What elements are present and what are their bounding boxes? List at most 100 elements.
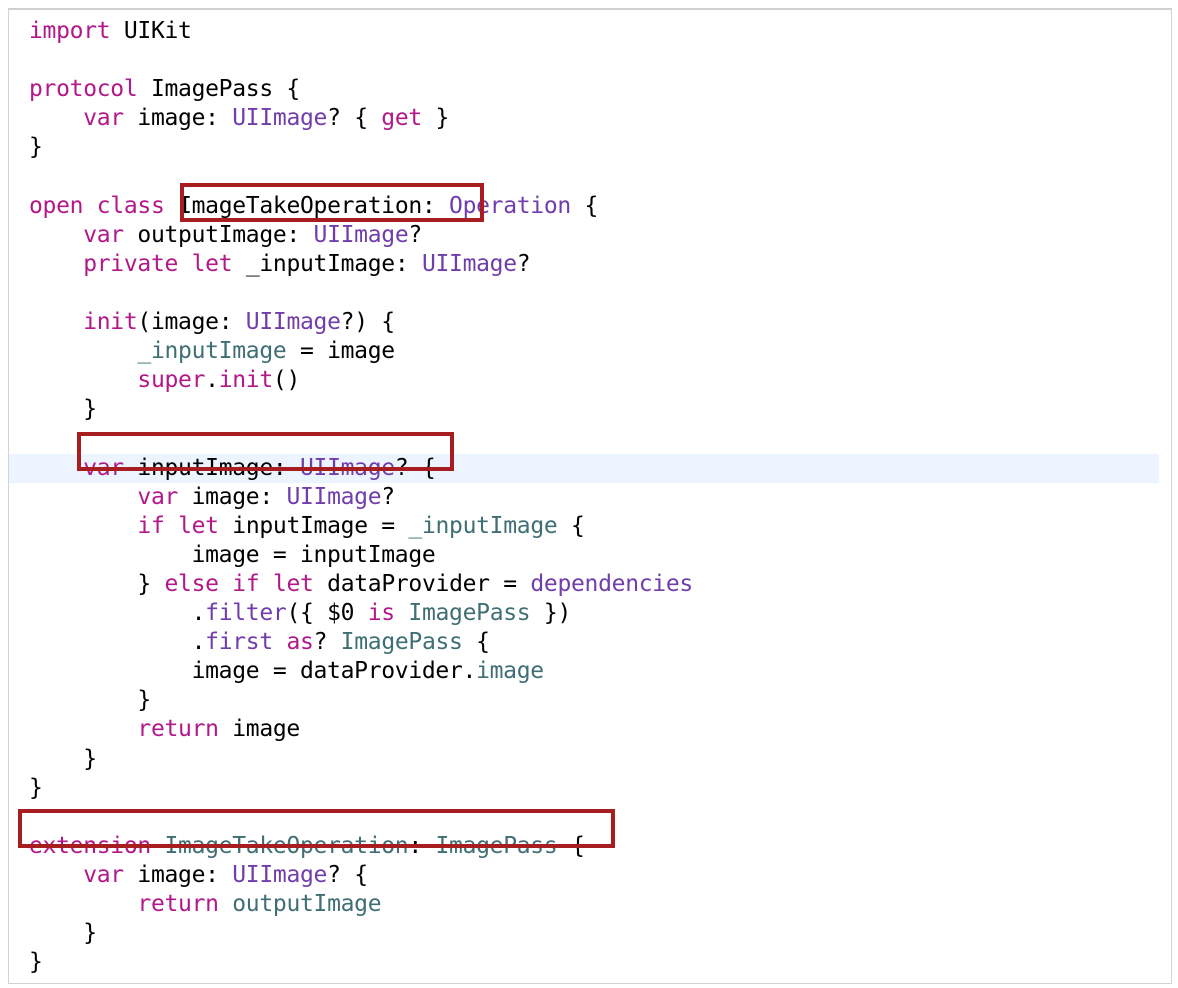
keyword-token: is	[367, 600, 395, 626]
symbol-token: outputImage	[232, 891, 382, 917]
code-line[interactable]: open class ImageTakeOperation: Operation…	[9, 192, 1171, 221]
symbol-token: image	[476, 658, 544, 685]
code-text: image:	[123, 861, 233, 888]
code-text: }	[29, 774, 43, 801]
code-line[interactable]: } else if let dataProvider = dependencie…	[9, 570, 1171, 599]
keyword-token: as	[286, 629, 314, 656]
code-line[interactable]: }	[9, 395, 1171, 424]
code-line[interactable]: extension ImageTakeOperation: ImagePass …	[9, 832, 1171, 861]
symbol-token: _inputImage	[137, 338, 287, 365]
code-line[interactable]: }	[9, 919, 1171, 948]
code-line[interactable]: private let _inputImage: UIImage?	[9, 250, 1171, 279]
code-text: (image:	[137, 309, 246, 335]
code-text: })	[530, 600, 571, 626]
code-line[interactable]: import UIKit	[9, 17, 1171, 46]
keyword-token: var	[83, 454, 124, 481]
keyword-token: else	[164, 570, 220, 597]
code-line[interactable]	[9, 46, 1171, 75]
code-text: ?	[516, 250, 531, 277]
code-text: {	[570, 192, 599, 219]
keyword-token: init	[83, 309, 138, 335]
keyword-token: private	[83, 250, 179, 277]
keyword-token: super	[137, 367, 206, 394]
code-line[interactable]	[9, 279, 1171, 308]
code-line[interactable]: }	[9, 774, 1171, 803]
keyword-token: extension	[29, 832, 151, 859]
code-text: _inputImage:	[232, 250, 422, 277]
keyword-token: let	[191, 250, 233, 277]
code-line[interactable]: image = dataProvider.image	[9, 657, 1171, 686]
code-line[interactable]: .first as? ImagePass {	[9, 628, 1171, 657]
code-line[interactable]: }	[9, 745, 1171, 774]
code-text: :	[408, 832, 436, 859]
code-line[interactable]: init(image: UIImage?) {	[9, 308, 1171, 337]
code-line[interactable]: var image: UIImage? { get }	[9, 104, 1171, 133]
code-line[interactable]	[9, 424, 1171, 453]
code-line[interactable]: var image: UIImage?	[9, 483, 1171, 512]
keyword-token: open	[29, 192, 84, 219]
code-line[interactable]	[9, 163, 1171, 192]
keyword-token: import	[29, 18, 111, 44]
code-line-current[interactable]: var inputImage: UIImage? {	[9, 453, 1159, 483]
code-text: ?) {	[340, 309, 396, 335]
keyword-token: protocol	[29, 76, 138, 103]
code-line[interactable]: }	[9, 686, 1171, 715]
code-text: {	[462, 629, 490, 656]
code-text: ImagePass {	[137, 76, 300, 103]
keyword-token: class	[96, 192, 165, 219]
symbol-token: ImagePass	[340, 629, 463, 656]
code-line[interactable]: }	[9, 133, 1171, 162]
code-line[interactable]: if let inputImage = _inputImage {	[9, 512, 1171, 541]
code-text: ?	[313, 629, 341, 656]
symbol-token: _inputImage	[408, 512, 558, 539]
code-text: image = inputImage	[191, 541, 436, 568]
code-line[interactable]: var outputImage: UIImage?	[9, 221, 1171, 250]
keyword-token: if	[137, 512, 165, 539]
code-line[interactable]: }	[9, 948, 1171, 977]
code-line[interactable]: protocol ImagePass {	[9, 75, 1171, 104]
keyword-token: var	[83, 861, 124, 888]
keyword-token: if	[232, 570, 260, 597]
code-line[interactable]	[9, 803, 1171, 832]
code-line[interactable]: _inputImage = image	[9, 337, 1171, 366]
code-line[interactable]: var image: UIImage? {	[9, 861, 1171, 890]
code-line[interactable]: super.init()	[9, 366, 1171, 395]
code-line[interactable]: .filter({ $0 is ImagePass })	[9, 599, 1171, 628]
code-text: ? {	[327, 105, 382, 132]
code-text: .	[191, 629, 206, 656]
code-text: }	[83, 920, 97, 947]
code-line[interactable]: return outputImage	[9, 890, 1171, 919]
code-line[interactable]: image = inputImage	[9, 541, 1171, 570]
code-line[interactable]: return image	[9, 715, 1171, 744]
code-text: .	[205, 367, 219, 394]
code-editor[interactable]: import UIKit protocol ImagePass { var ima…	[8, 8, 1172, 984]
symbol-token: ImageTakeOperation	[164, 832, 409, 859]
type-token: UIImage	[286, 483, 382, 510]
code-text: }	[421, 105, 450, 132]
code-text: inputImage:	[123, 454, 300, 481]
type-token: UIImage	[313, 221, 409, 248]
code-text: UIKit	[110, 18, 192, 44]
type-token: UIImage	[232, 861, 328, 888]
keyword-token: init	[218, 367, 274, 394]
keyword-token: var	[83, 105, 124, 132]
code-text: .	[191, 600, 206, 626]
keyword-token: return	[137, 891, 219, 917]
